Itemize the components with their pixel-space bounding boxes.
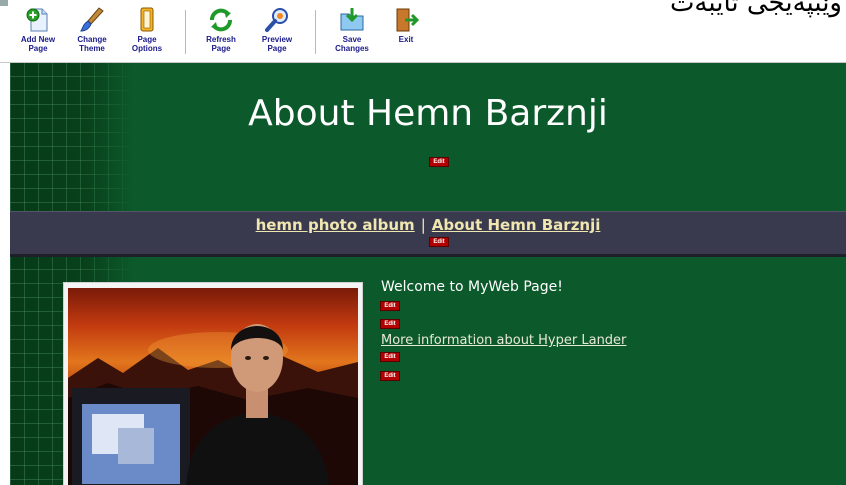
navigation-bar: hemn photo album | About Hemn Barznji Edit <box>10 211 846 257</box>
add-new-page-label: Add New Page <box>20 35 56 53</box>
more-info-edit-button[interactable]: Edit <box>380 352 400 362</box>
nav-link-photo-album[interactable]: hemn photo album <box>256 216 415 234</box>
save-changes-label: Save Changes <box>335 35 369 53</box>
window-corner-decoration <box>0 0 8 6</box>
change-theme-button[interactable]: Change Theme <box>64 6 120 60</box>
footer-edit-button[interactable]: Edit <box>380 371 400 381</box>
save-icon <box>337 6 367 34</box>
change-theme-label: Change Theme <box>77 35 107 53</box>
editor-toolbar: وێبپەیجی تایبەت Add New Page Change Them… <box>0 0 846 63</box>
welcome-text: Welcome to MyWeb Page! <box>381 279 563 295</box>
page-options-button[interactable]: Page Options <box>119 6 175 60</box>
welcome-edit-button[interactable]: Edit <box>380 301 400 311</box>
nav-edit-button[interactable]: Edit <box>429 237 449 247</box>
web-page-canvas: About Hemn Barznji Edit hemn photo album… <box>10 63 846 485</box>
header-edit-button[interactable]: Edit <box>429 157 449 167</box>
page-options-label: Page Options <box>131 35 163 53</box>
preview-page-label: Preview Page <box>261 35 293 53</box>
save-changes-button[interactable]: Save Changes <box>324 6 380 60</box>
more-info-link[interactable]: More information about Hyper Lander <box>381 333 626 348</box>
window-title-fragment: وێبپەیجی تایبەت <box>669 0 842 18</box>
page-title: About Hemn Barznji <box>248 93 608 134</box>
profile-photo-image <box>68 288 358 485</box>
preview-page-button[interactable]: Preview Page <box>249 6 305 60</box>
content-edit-button[interactable]: Edit <box>380 319 400 329</box>
nav-separator: | <box>420 216 426 234</box>
add-new-page-button[interactable]: Add New Page <box>10 6 66 60</box>
refresh-page-label: Refresh Page <box>206 35 236 53</box>
refresh-page-button[interactable]: Refresh Page <box>193 6 249 60</box>
exit-button[interactable]: Exit <box>378 6 434 60</box>
profile-photo <box>63 282 363 485</box>
toolbar-separator <box>185 10 186 54</box>
nav-link-about[interactable]: About Hemn Barznji <box>432 216 601 234</box>
nav-links: hemn photo album | About Hemn Barznji <box>10 216 846 234</box>
toolbar-separator <box>315 10 316 54</box>
exit-door-icon <box>391 6 421 34</box>
exit-label: Exit <box>398 35 414 44</box>
header-grid-decoration <box>10 63 135 211</box>
page-options-icon <box>132 6 162 34</box>
refresh-icon <box>206 6 236 34</box>
magnifier-icon <box>262 6 292 34</box>
add-page-icon <box>23 6 53 34</box>
paintbrush-icon <box>77 6 107 34</box>
